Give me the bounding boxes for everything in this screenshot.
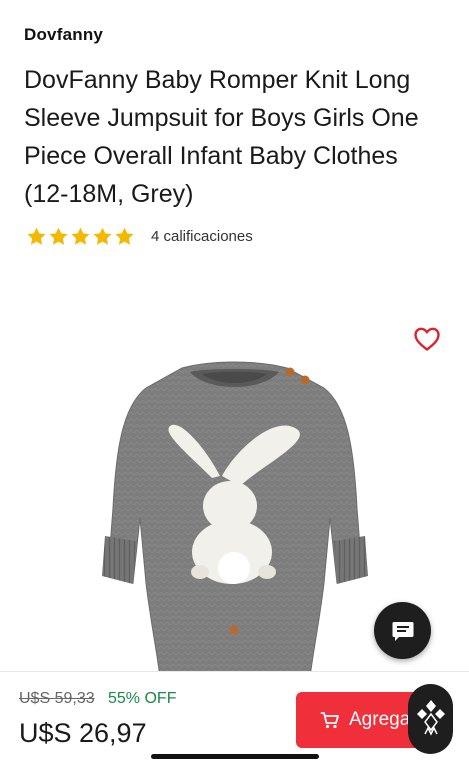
star-icon	[114, 226, 135, 247]
star-icon	[48, 226, 69, 247]
product-image[interactable]	[62, 358, 407, 678]
product-title: DovFanny Baby Romper Knit Long Sleeve Ju…	[24, 66, 419, 208]
star-icon	[92, 226, 113, 247]
current-price: U$S 26,97	[19, 718, 147, 748]
chat-icon	[390, 618, 416, 644]
chat-button[interactable]	[374, 602, 431, 659]
cart-icon	[320, 710, 340, 730]
brand-name[interactable]: Dovfanny	[24, 25, 103, 45]
rating[interactable]: 4 calificaciones	[26, 226, 253, 247]
diamond-logo-icon	[416, 696, 445, 742]
home-indicator	[151, 754, 319, 759]
rating-count[interactable]: 4 calificaciones	[151, 228, 253, 245]
heart-outline-icon[interactable]	[413, 326, 441, 352]
discount-badge: 55% OFF	[108, 690, 177, 707]
old-price: U$S 59,33	[19, 690, 95, 707]
rating-stars	[26, 226, 135, 247]
overlay-badge[interactable]	[408, 684, 453, 754]
star-icon	[70, 226, 91, 247]
star-icon	[26, 226, 47, 247]
